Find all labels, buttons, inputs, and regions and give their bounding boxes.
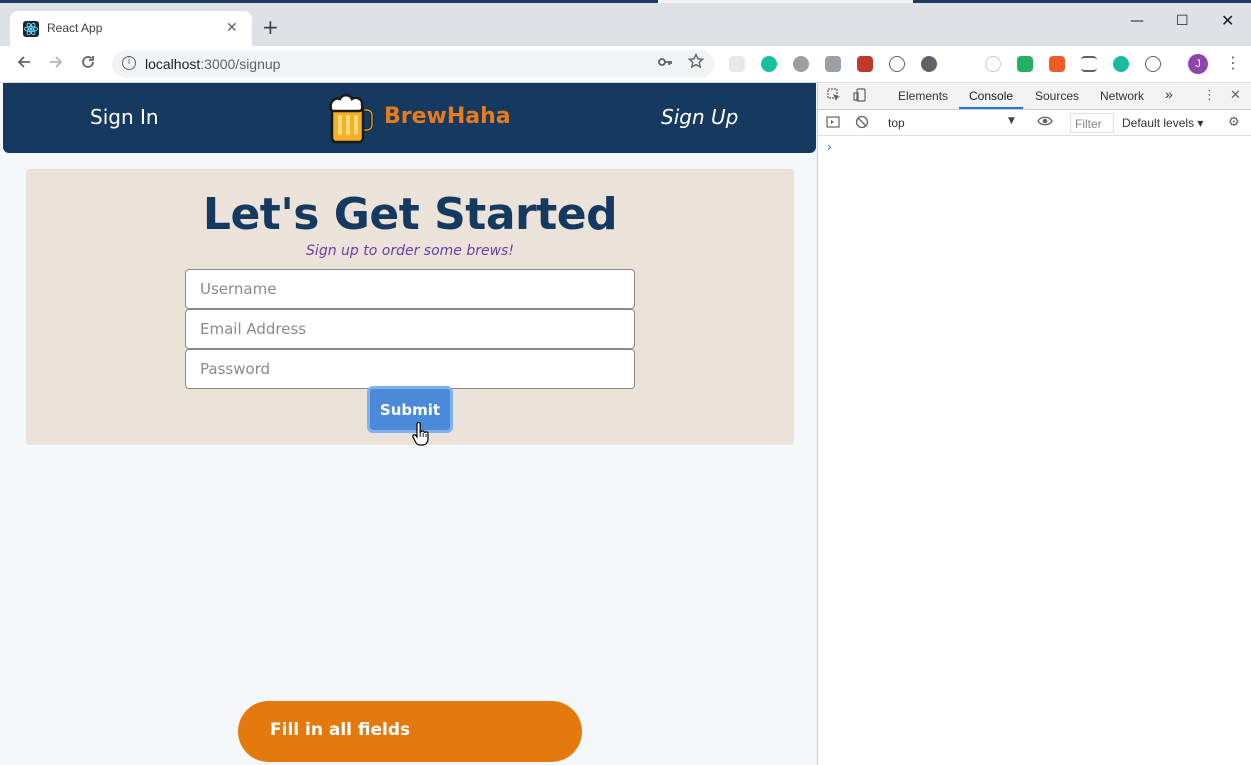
inspect-element-icon[interactable] (827, 88, 841, 107)
devtools-tab-elements[interactable]: Elements (898, 89, 948, 103)
page-viewport: Sign In BrewHaha Sign Up Let's Get Start… (0, 83, 817, 765)
signup-card: Let's Get Started Sign up to order some … (26, 169, 794, 445)
devtools-tab-console[interactable]: Console (969, 89, 1013, 103)
tab-close-icon[interactable]: ✕ (226, 19, 238, 37)
extension-icon[interactable] (1081, 56, 1097, 72)
nav-sign-in-link[interactable]: Sign In (90, 105, 159, 129)
browser-tab[interactable]: React App ✕ (10, 11, 252, 47)
beer-mug-icon (328, 93, 374, 145)
extension-icon[interactable] (1113, 56, 1129, 72)
live-expression-eye-icon[interactable] (1037, 114, 1053, 133)
devtools-menu-icon[interactable]: ⋮ (1203, 88, 1216, 104)
url-text: localhost:3000/signup (145, 56, 280, 72)
kebab-menu-icon[interactable]: ⋮ (1225, 53, 1241, 73)
key-icon[interactable] (657, 54, 673, 74)
sidebar-toggle-icon[interactable] (826, 115, 840, 134)
brand-name[interactable]: BrewHaha (384, 104, 511, 129)
context-caret-icon[interactable]: ▼ (1008, 116, 1015, 126)
extension-icon[interactable] (729, 56, 745, 72)
window-close-icon[interactable]: ✕ (1221, 13, 1234, 29)
device-toolbar-icon[interactable] (853, 88, 867, 107)
extension-icon[interactable] (953, 56, 969, 72)
clear-console-icon[interactable] (855, 115, 869, 134)
more-tabs-icon[interactable]: » (1165, 86, 1173, 102)
extension-icon[interactable] (889, 56, 905, 72)
url-path: :3000/signup (200, 56, 281, 72)
devtools-panel: Elements Console Sources Network » ⋮ ✕ t… (817, 83, 1251, 765)
back-arrow-icon[interactable] (16, 54, 32, 74)
toast-message: Fill in all fields (270, 720, 411, 740)
info-icon[interactable]: i (122, 56, 136, 70)
devtools-tab-sources[interactable]: Sources (1035, 89, 1079, 103)
log-levels-dropdown[interactable]: Default levels ▾ (1122, 116, 1203, 130)
minimize-icon[interactable]: — (1130, 13, 1144, 29)
devtools-tabbar: Elements Console Sources Network » ⋮ ✕ (818, 83, 1251, 110)
forward-arrow-icon[interactable] (48, 54, 64, 74)
extension-icon[interactable] (857, 56, 873, 72)
new-tab-icon[interactable]: + (262, 17, 279, 37)
browser-toolbar: i localhost:3000/signup J ⋮ (0, 46, 1251, 83)
extension-icon[interactable] (1017, 56, 1033, 72)
react-favicon-icon (23, 21, 39, 37)
hand-cursor-icon (412, 421, 430, 446)
active-tab-indicator (959, 107, 1023, 109)
page-title: Let's Get Started (202, 189, 618, 240)
devtools-tab-network[interactable]: Network (1100, 89, 1144, 103)
grammarly-extension-icon[interactable] (761, 56, 777, 72)
star-icon[interactable] (687, 52, 705, 73)
tab-strip: React App ✕ + — ☐ ✕ (0, 3, 1251, 47)
dark-mode-extension-icon[interactable] (921, 56, 937, 72)
profile-avatar[interactable]: J (1188, 54, 1208, 74)
console-prompt[interactable]: › (827, 140, 832, 154)
console-toolbar: top ▼ Filter Default levels ▾ ⚙ (818, 110, 1251, 136)
page-subtitle: Sign up to order some brews! (306, 243, 514, 259)
browser-window: React App ✕ + — ☐ ✕ i localhost:3000/sig… (0, 0, 1251, 765)
app-navbar: Sign In BrewHaha Sign Up (3, 83, 816, 153)
vue-extension-icon[interactable] (825, 56, 841, 72)
nav-sign-up-link[interactable]: Sign Up (661, 105, 738, 129)
username-input[interactable] (185, 269, 635, 309)
password-input[interactable] (185, 349, 635, 389)
tab-title: React App (47, 21, 103, 35)
console-settings-gear-icon[interactable]: ⚙ (1228, 115, 1240, 131)
devtools-close-icon[interactable]: ✕ (1230, 88, 1241, 104)
reload-icon[interactable] (80, 54, 96, 74)
console-filter-input[interactable]: Filter (1070, 113, 1114, 133)
url-host: localhost (145, 56, 201, 72)
extension-icon[interactable] (985, 56, 1001, 72)
maximize-icon[interactable]: ☐ (1176, 13, 1189, 29)
address-bar[interactable]: i localhost:3000/signup (112, 50, 714, 78)
extension-icon[interactable] (1145, 56, 1161, 72)
context-select[interactable]: top (888, 116, 1020, 130)
extension-icon[interactable] (793, 56, 809, 72)
submit-button[interactable]: Submit (367, 386, 453, 433)
extension-icon[interactable] (1049, 56, 1065, 72)
email-input[interactable] (185, 309, 635, 349)
error-toast[interactable]: Fill in all fields (238, 701, 582, 762)
